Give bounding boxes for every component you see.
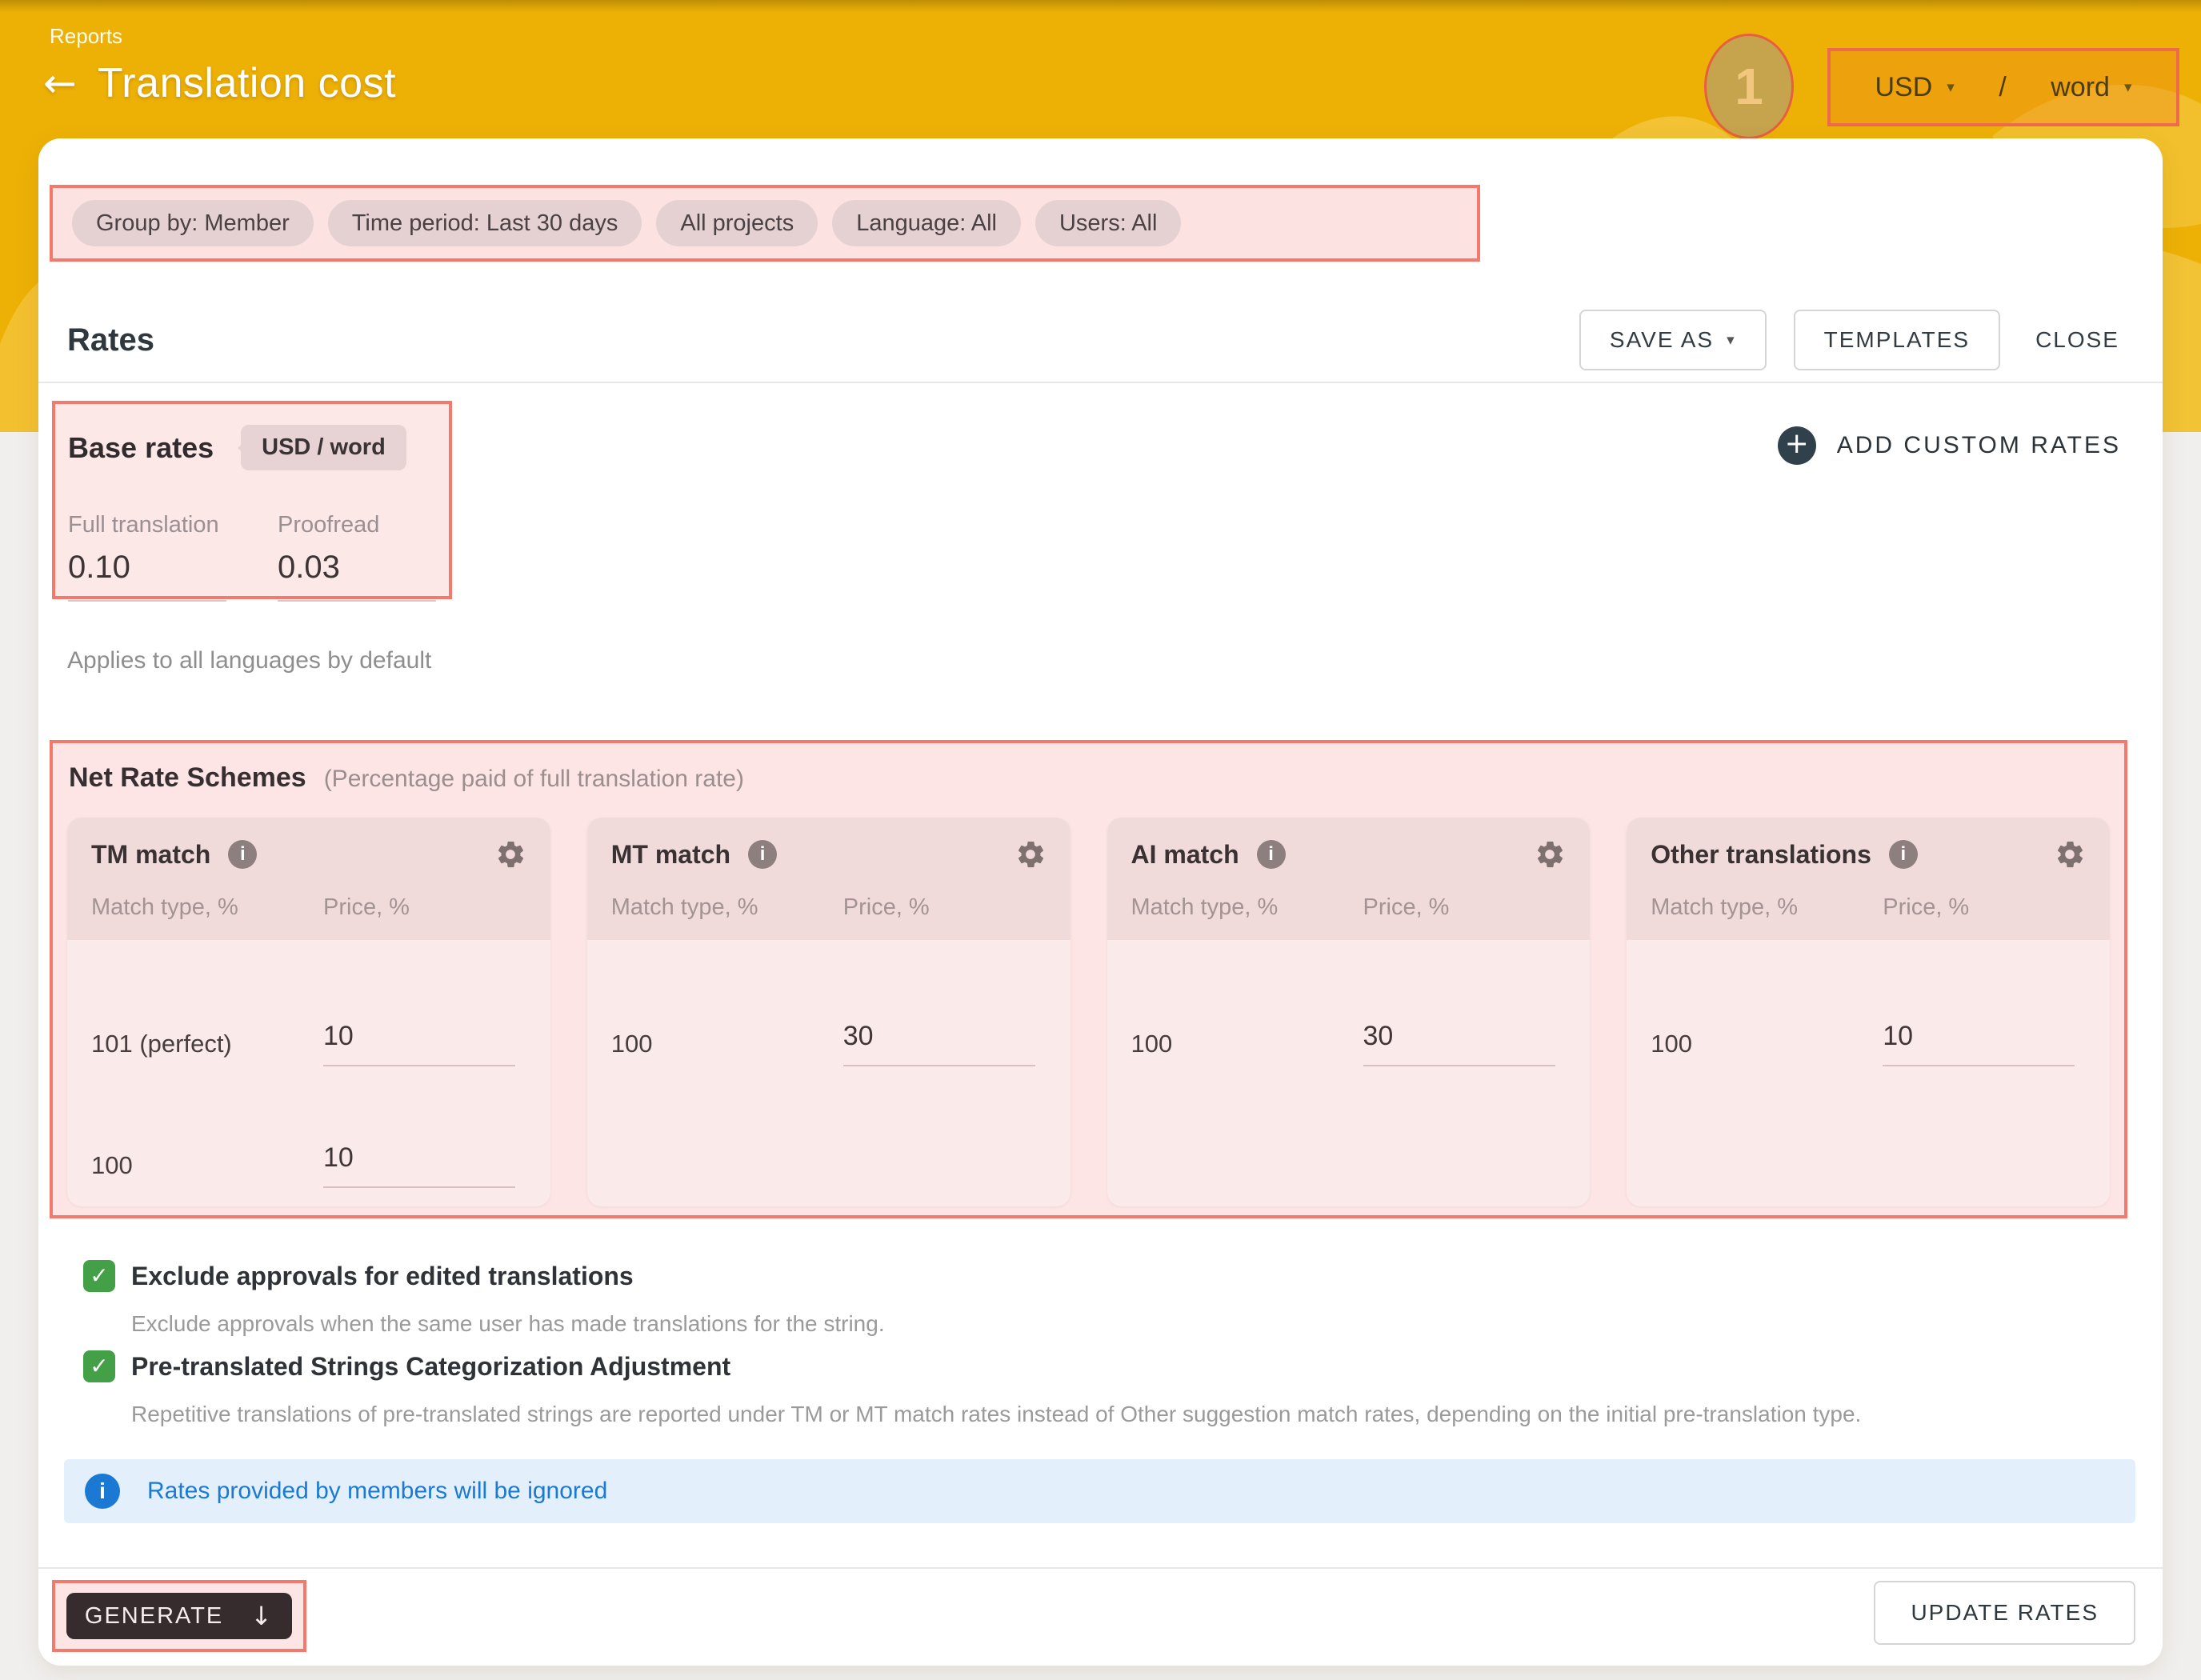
base-rates-title: Base rates bbox=[68, 431, 214, 465]
column-price: Price, % bbox=[1883, 894, 1969, 921]
generate-button[interactable]: GENERATE ↓ bbox=[66, 1593, 292, 1639]
info-icon: i bbox=[85, 1474, 120, 1509]
price-input[interactable]: 30 bbox=[843, 1021, 1035, 1066]
net-rate-schemes-highlight-box: Net Rate Schemes (Percentage paid of ful… bbox=[50, 740, 2127, 1218]
card-title: AI match bbox=[1131, 840, 1239, 870]
gear-icon[interactable] bbox=[2054, 838, 2086, 870]
currency-select[interactable]: USD ▾ bbox=[1875, 72, 1954, 103]
base-rates-note: Applies to all languages by default bbox=[67, 647, 431, 674]
option-label: Pre-translated Strings Categorization Ad… bbox=[131, 1352, 730, 1382]
price-input[interactable]: 30 bbox=[1363, 1021, 1555, 1066]
plus-icon: + bbox=[1778, 426, 1816, 465]
filter-chip-language[interactable]: Language: All bbox=[832, 200, 1021, 246]
net-rate-card-mt-match: MT match i Match type, % Price, % 100 30 bbox=[587, 818, 1070, 1206]
translation-cost-page: Reports ← Translation cost USD ▾ / word … bbox=[0, 0, 2201, 1680]
net-rate-card-other-translations: Other translations i Match type, % Price… bbox=[1627, 818, 2110, 1206]
column-match-type: Match type, % bbox=[1131, 894, 1363, 921]
rates-section-title: Rates bbox=[67, 322, 154, 358]
column-match-type: Match type, % bbox=[91, 894, 323, 921]
generate-label: GENERATE bbox=[85, 1603, 223, 1630]
net-rate-schemes-subtitle: (Percentage paid of full translation rat… bbox=[324, 766, 744, 793]
proofread-label: Proofread bbox=[278, 512, 436, 538]
filter-chip-group-by[interactable]: Group by: Member bbox=[72, 200, 314, 246]
column-price: Price, % bbox=[843, 894, 930, 921]
base-rates-highlight-box: Base rates USD / word Full translation 0… bbox=[52, 401, 452, 599]
option-exclude-approvals: ✓ Exclude approvals for edited translati… bbox=[83, 1260, 2107, 1337]
add-custom-rates-label: ADD CUSTOM RATES bbox=[1837, 432, 2121, 459]
match-type-value: 100 bbox=[611, 1030, 843, 1066]
price-input[interactable]: 10 bbox=[1883, 1021, 2075, 1066]
divider bbox=[38, 1567, 2163, 1569]
card-title: Other translations bbox=[1651, 840, 1871, 870]
column-price: Price, % bbox=[1363, 894, 1450, 921]
full-translation-label: Full translation bbox=[68, 512, 226, 538]
option-label: Exclude approvals for edited translation… bbox=[131, 1262, 634, 1291]
save-as-button[interactable]: SAVE AS ▾ bbox=[1579, 310, 1767, 370]
add-custom-rates-button[interactable]: + ADD CUSTOM RATES bbox=[1778, 426, 2121, 465]
rate-row: 100 30 bbox=[1131, 977, 1567, 1066]
net-rate-schemes-title: Net Rate Schemes bbox=[69, 762, 306, 794]
full-translation-input[interactable]: 0.10 bbox=[68, 550, 226, 602]
update-rates-button[interactable]: UPDATE RATES bbox=[1874, 1581, 2135, 1645]
unit-select[interactable]: word ▾ bbox=[2051, 72, 2131, 103]
gear-icon[interactable] bbox=[494, 838, 526, 870]
card-title: MT match bbox=[611, 840, 730, 870]
match-type-value: 100 bbox=[1131, 1030, 1363, 1066]
page-title: Translation cost bbox=[98, 59, 396, 107]
rate-row: 100 10 bbox=[91, 1098, 526, 1188]
save-as-label: SAVE AS bbox=[1610, 327, 1714, 353]
currency-unit-badge: USD / word bbox=[241, 425, 406, 470]
info-icon[interactable]: i bbox=[1889, 840, 1918, 869]
price-input[interactable]: 10 bbox=[323, 1142, 515, 1188]
rate-row: 101 (perfect) 10 bbox=[91, 977, 526, 1066]
match-type-value: 100 bbox=[1651, 1030, 1883, 1066]
close-button[interactable]: CLOSE bbox=[2027, 311, 2127, 369]
column-match-type: Match type, % bbox=[611, 894, 843, 921]
info-icon[interactable]: i bbox=[1257, 840, 1286, 869]
rate-row: 100 10 bbox=[1651, 977, 2086, 1066]
currency-unit-separator: / bbox=[1999, 72, 2006, 103]
price-input[interactable]: 10 bbox=[323, 1021, 515, 1066]
option-description: Exclude approvals when the same user has… bbox=[131, 1311, 2107, 1337]
breadcrumb[interactable]: Reports bbox=[50, 24, 122, 49]
divider bbox=[38, 382, 2163, 383]
gear-icon[interactable] bbox=[1534, 838, 1566, 870]
option-pretranslated-adjustment: ✓ Pre-translated Strings Categorization … bbox=[83, 1350, 2107, 1427]
match-type-value: 101 (perfect) bbox=[91, 1030, 323, 1066]
chevron-down-icon: ▾ bbox=[1727, 331, 1736, 349]
chevron-down-icon: ▾ bbox=[2124, 78, 2132, 96]
checkbox-checked[interactable]: ✓ bbox=[83, 1260, 115, 1292]
unit-value: word bbox=[2051, 72, 2110, 103]
filter-chip-time-period[interactable]: Time period: Last 30 days bbox=[328, 200, 642, 246]
option-description: Repetitive translations of pre-translate… bbox=[131, 1402, 2107, 1427]
download-arrow-icon: ↓ bbox=[250, 1601, 274, 1631]
currency-value: USD bbox=[1875, 72, 1932, 103]
filter-chip-projects[interactable]: All projects bbox=[656, 200, 818, 246]
net-rate-card-ai-match: AI match i Match type, % Price, % 100 30 bbox=[1107, 818, 1591, 1206]
filter-chip-users[interactable]: Users: All bbox=[1035, 200, 1181, 246]
info-banner-text: Rates provided by members will be ignore… bbox=[147, 1478, 607, 1505]
column-price: Price, % bbox=[323, 894, 410, 921]
match-type-value: 100 bbox=[91, 1151, 323, 1188]
info-icon[interactable]: i bbox=[228, 840, 257, 869]
back-arrow-icon[interactable]: ← bbox=[43, 63, 77, 103]
card-title: TM match bbox=[91, 840, 210, 870]
net-rate-card-tm-match: TM match i Match type, % Price, % 101 (p… bbox=[67, 818, 550, 1206]
filters-highlight-box: Group by: Member Time period: Last 30 da… bbox=[50, 185, 1480, 262]
currency-unit-highlight-box: USD ▾ / word ▾ bbox=[1827, 48, 2179, 126]
proofread-input[interactable]: 0.03 bbox=[278, 550, 436, 602]
column-match-type: Match type, % bbox=[1651, 894, 1883, 921]
rate-row: 100 30 bbox=[611, 977, 1046, 1066]
templates-button[interactable]: TEMPLATES bbox=[1794, 310, 2000, 370]
chevron-down-icon: ▾ bbox=[1947, 78, 1955, 96]
info-icon[interactable]: i bbox=[748, 840, 777, 869]
generate-highlight-box: GENERATE ↓ bbox=[52, 1580, 306, 1652]
checkbox-checked[interactable]: ✓ bbox=[83, 1350, 115, 1382]
annotation-circle-1: 1 bbox=[1704, 34, 1794, 139]
info-banner: i Rates provided by members will be igno… bbox=[64, 1459, 2135, 1523]
gear-icon[interactable] bbox=[1014, 838, 1046, 870]
